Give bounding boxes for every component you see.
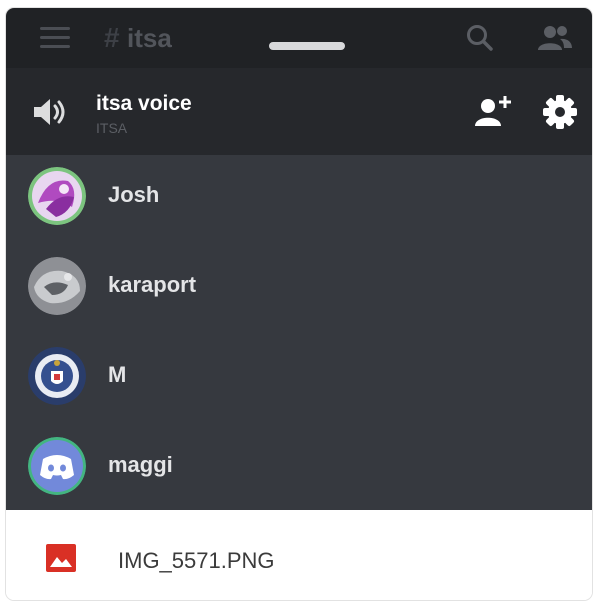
people-icon[interactable]: [536, 22, 574, 54]
server-name: ITSA: [96, 120, 128, 136]
download-item[interactable]: IMG_5571.PNG: [6, 510, 592, 600]
channel-hash-icon: #: [104, 22, 120, 53]
member-name: maggi: [108, 452, 173, 477]
member-row[interactable]: Josh: [6, 155, 592, 245]
image-file-icon: [46, 544, 76, 572]
app-frame: # itsa itsa voice ITSA Josh karaport M m…: [6, 8, 592, 600]
avatar: [28, 167, 86, 225]
voice-member-list: Josh karaport M maggi: [6, 155, 592, 510]
member-name: Josh: [108, 182, 160, 207]
member-row[interactable]: M: [6, 335, 592, 425]
speaker-icon: [34, 99, 65, 125]
gear-icon[interactable]: [541, 93, 579, 131]
voice-channel-title: itsa voice: [96, 92, 192, 115]
member-name: M: [108, 362, 127, 387]
drag-handle[interactable]: [269, 42, 345, 50]
avatar: [28, 257, 86, 315]
member-row[interactable]: karaport: [6, 245, 592, 335]
avatar: [28, 347, 86, 405]
channel-name: itsa: [127, 23, 172, 53]
hamburger-icon[interactable]: [40, 27, 70, 49]
add-user-icon[interactable]: [472, 93, 514, 131]
search-icon[interactable]: [464, 22, 496, 54]
download-file-name[interactable]: IMG_5571.PNG: [118, 548, 275, 574]
voice-channel-header: itsa voice ITSA: [6, 68, 592, 155]
member-name: karaport: [108, 272, 197, 297]
top-bar: # itsa: [6, 8, 592, 68]
member-row[interactable]: maggi: [6, 425, 592, 515]
avatar: [28, 437, 86, 495]
